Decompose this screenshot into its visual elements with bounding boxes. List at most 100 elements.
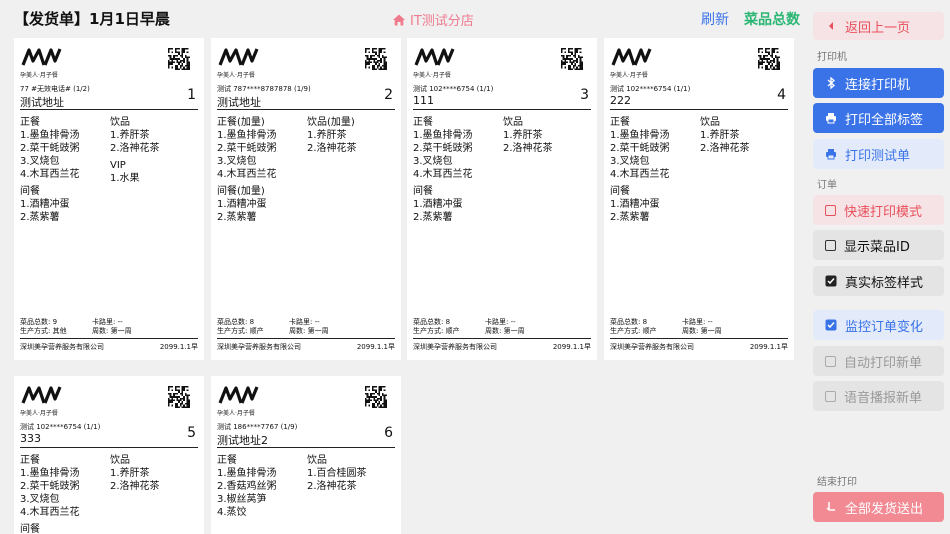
connect-printer-label: 连接打印机 (845, 77, 911, 93)
dish-group-title: 饮品 (307, 455, 327, 466)
dish-group-title: 饮品 (110, 455, 130, 466)
dish-group-title: 间餐 (610, 186, 630, 197)
brand-tagline: 孕美人·月子餐 (217, 72, 255, 79)
left-dish-column: 正餐 1.墨鱼排骨汤 2.菜干蚝豉粥 3.叉烧包 4.木耳西兰花 间餐 (20, 454, 110, 534)
dish-item: 1.墨鱼排骨汤 (610, 130, 670, 141)
footer-row: 生产方式: 顺产 周数: 第一周 (217, 326, 395, 335)
top-bar: 【发货单】1月1日早晨 IT测试分店 刷新 菜品总数 (0, 0, 808, 36)
delivery-label-card[interactable]: 孕美人·月子餐 77 #无效电话# (1/2) 测试地址 1 正餐 1.墨鱼排骨汤 2.菜干… (14, 38, 204, 360)
auto-print-toggle[interactable]: 自动打印新单 (813, 346, 944, 376)
voice-broadcast-toggle[interactable]: 语音播报新单 (813, 381, 944, 411)
checkbox-unchecked-icon (825, 204, 836, 216)
ship-all-button[interactable]: 全部发货送出 (813, 492, 944, 522)
fast-print-mode-toggle[interactable]: 快速打印模式 (813, 195, 944, 225)
voice-broadcast-label: 语音播报新单 (844, 390, 923, 406)
dish-item: 1.墨鱼排骨汤 (20, 130, 80, 141)
dish-item: 2.洛神花茶 (110, 143, 160, 154)
dish-item: 2.菜干蚝豉粥 (217, 143, 277, 154)
brand-logo: 孕美人·月子餐 (217, 384, 267, 417)
label-date: 2099.1.1早 (356, 343, 395, 351)
qr-code (168, 386, 190, 408)
dish-item: 4.蒸饺 (217, 507, 247, 518)
dish-group-title: 正餐 (20, 117, 40, 128)
footer-row: 生产方式: 顺产 周数: 第一周 (413, 326, 591, 335)
dish-group-title: 正餐(加量) (217, 117, 265, 128)
dish-item: 1.酒糟冲蛋 (413, 199, 463, 210)
delivery-label-card[interactable]: 孕美人·月子餐 测试 102****6754 (1/1) 111 3 正餐 1.墨鱼排骨汤… (407, 38, 597, 360)
chevron-left-icon (825, 20, 837, 32)
qr-code (365, 386, 387, 408)
dish-group: 饮品 1.养肝茶 2.洛神花茶 (110, 454, 200, 493)
dish-item: 2.洛神花茶 (700, 143, 750, 154)
real-label-style-toggle[interactable]: 真实标签样式 (813, 266, 944, 296)
production-mode: 生产方式: 顺产 (610, 327, 657, 335)
label-phone: 测试 102****6754 (1/1) (413, 85, 494, 93)
address-row: 333 5 (20, 425, 198, 448)
back-button[interactable]: 返回上一页 (813, 12, 944, 40)
week-info: 周数: 第一周 (682, 327, 722, 335)
dish-item: 2.菜干蚝豉粥 (413, 143, 473, 154)
label-header: 孕美人·月子餐 (217, 382, 395, 420)
dish-total-button[interactable]: 菜品总数 (744, 9, 800, 29)
dish-item: 4.木耳西兰花 (20, 507, 80, 518)
dish-item: 1.墨鱼排骨汤 (217, 130, 277, 141)
page-title: 【发货单】1月1日早晨 (14, 10, 170, 28)
label-number: 4 (777, 87, 786, 103)
dish-item: 2.蒸紫薯 (610, 212, 650, 223)
dish-item: 1.养肝茶 (503, 130, 543, 141)
footer-row: 菜品总数: 8 卡路里: -- (413, 317, 591, 326)
real-label-style-label: 真实标签样式 (845, 275, 924, 291)
dish-item: 4.木耳西兰花 (217, 169, 277, 180)
company-row: 深圳美孕营养服务有限公司 2099.1.1早 (217, 338, 395, 352)
dish-group-title: 饮品 (503, 117, 523, 128)
dish-item: 1.养肝茶 (110, 468, 150, 479)
monitor-orders-toggle[interactable]: 监控订单变化 (813, 310, 944, 340)
show-dish-id-toggle[interactable]: 显示菜品ID (813, 230, 944, 260)
delivery-label-card[interactable]: 孕美人·月子餐 测试 787****8787878 (1/9) 测试地址 2 正餐(加量… (211, 38, 401, 360)
brand-logo-mark (21, 48, 62, 66)
dish-item: 3.椒丝莴笋 (217, 494, 267, 505)
brand-tagline: 孕美人·月子餐 (20, 72, 58, 79)
brand-tagline: 孕美人·月子餐 (217, 410, 255, 417)
dish-item: 1.养肝茶 (307, 130, 347, 141)
dish-item: 2.菜干蚝豉粥 (610, 143, 670, 154)
right-dish-column: 饮品 1.养肝茶 2.洛神花茶 VIP 1.水果 (110, 116, 200, 189)
production-mode: 生产方式: 顺产 (217, 327, 264, 335)
left-dish-column: 正餐 1.墨鱼排骨汤 2.菜干蚝豉粥 3.叉烧包 4.木耳西兰花 间餐 1.酒糟冲蛋 2.蒸紫… (610, 116, 700, 228)
delivery-label-card[interactable]: 孕美人·月子餐 测试 186****7767 (1/9) 测试地址2 6 正餐 1.墨鱼排… (211, 376, 401, 534)
checkbox-unchecked-icon (825, 239, 836, 251)
checkbox-checked-icon (825, 319, 837, 331)
delivery-label-card[interactable]: 孕美人·月子餐 测试 102****6754 (1/1) 222 4 正餐 1.墨鱼排骨汤… (604, 38, 794, 360)
dish-group-title: 正餐 (413, 117, 433, 128)
dish-item: 1.养肝茶 (700, 130, 740, 141)
dish-group: VIP 1.水果 (110, 159, 200, 185)
delivery-label-card[interactable]: 孕美人·月子餐 测试 102****6754 (1/1) 333 5 正餐 1.墨鱼排骨汤… (14, 376, 204, 534)
print-test-button[interactable]: 打印测试单 (813, 139, 944, 169)
right-dish-column: 饮品 1.养肝茶 2.洛神花茶 (110, 454, 200, 497)
label-number: 3 (580, 87, 589, 103)
dish-group-title: 间餐 (20, 186, 40, 197)
label-header: 孕美人·月子餐 (217, 44, 395, 82)
refresh-button[interactable]: 刷新 (701, 9, 729, 29)
left-dish-column: 正餐(加量) 1.墨鱼排骨汤 2.菜干蚝豉粥 3.叉烧包 4.木耳西兰花 间餐(加量) 1.… (217, 116, 307, 228)
printer-icon (825, 148, 837, 160)
dish-item: 2.菜干蚝豉粥 (20, 143, 80, 154)
address-row: 111 3 (413, 87, 591, 110)
dish-group: 正餐 1.墨鱼排骨汤 2.菜干蚝豉粥 3.叉烧包 4.木耳西兰花 (20, 454, 110, 519)
print-all-button[interactable]: 打印全部标签 (813, 103, 944, 133)
dish-item: 1.墨鱼排骨汤 (217, 468, 277, 479)
week-info: 周数: 第一周 (289, 327, 329, 335)
label-date: 2099.1.1早 (552, 343, 591, 351)
monitor-orders-label: 监控订单变化 (845, 319, 924, 335)
brand-logo-mark (414, 48, 455, 66)
connect-printer-button[interactable]: 连接打印机 (813, 68, 944, 98)
company-name: 深圳美孕营养服务有限公司 (20, 343, 104, 351)
dish-item: 3.叉烧包 (413, 156, 453, 167)
label-address: 测试地址 (217, 96, 261, 109)
dish-group-title: VIP (110, 160, 126, 171)
address-row: 测试地址2 6 (217, 425, 395, 448)
address-row: 222 4 (610, 87, 788, 110)
dish-group: 正餐 1.墨鱼排骨汤 2.菜干蚝豉粥 3.叉烧包 4.木耳西兰花 (20, 116, 110, 181)
label-number: 6 (384, 425, 393, 441)
production-mode: 生产方式: 其他 (20, 327, 67, 335)
